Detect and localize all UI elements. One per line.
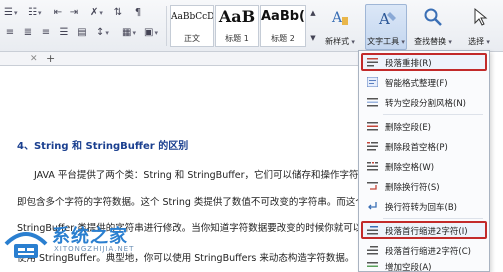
menu-item-label: 智能格式整理(F) — [385, 79, 448, 89]
delete-leading-space-icon — [367, 142, 378, 151]
menu-item-add-blank-paragraph[interactable]: 增加空段(A) — [361, 257, 487, 272]
find-replace-label: 查找替换 — [410, 36, 456, 47]
style-heading-1[interactable]: AaB 标题 1 — [215, 5, 259, 47]
paragraph-line: 即包含多个字符的字符数据。这个 String 类提供了数值不可改变的字符串。而这… — [17, 197, 365, 208]
cursor-icon — [474, 7, 488, 26]
menu-item-label: 换行符转为回车(B) — [385, 203, 457, 213]
menu-item-label: 增加空段(A) — [385, 263, 432, 272]
watermark: 系统之家 XITONGZHIJIA.NET — [0, 218, 150, 272]
menu-item-label: 转为空段分割风格(N) — [385, 99, 466, 109]
svg-text:A: A — [378, 10, 390, 28]
justify-button[interactable]: ☰ — [58, 26, 70, 40]
text-tools-label: 文字工具 — [366, 36, 406, 47]
distributed-button[interactable]: ▤ — [76, 26, 88, 40]
menu-item-paragraph-reflow[interactable]: 段落重排(R) — [361, 53, 487, 71]
menu-divider — [383, 218, 483, 219]
menu-item-label: 删除空格(W) — [385, 163, 435, 173]
ribbon-toolbar: ☰ ☷ ⇤ ⇥ ✗ ⇅ ¶ ≡ ≣ ≡ ☰ ▤ ↕ ▦ ▣ AaBbCcD 正文… — [0, 0, 503, 52]
document-tab-strip: ✕ + — [0, 52, 360, 66]
menu-item-label: 段落首行缩进2字符(I) — [385, 227, 468, 237]
text-tools-menu: 段落重排(R) 智能格式整理(F) 转为空段分割风格(N) 删除空段(E) 删除… — [358, 50, 490, 272]
line-spacing-button[interactable]: ↕ — [96, 26, 109, 40]
menu-item-line-break-to-enter[interactable]: 换行符转为回车(B) — [361, 197, 487, 215]
menu-item-blank-split[interactable]: 转为空段分割风格(N) — [361, 93, 487, 111]
style-name: 标题 2 — [271, 34, 295, 43]
paragraph-line: JAVA 平台提供了两个类：String 和 StringBuffer，它们可以… — [34, 170, 378, 181]
new-style-icon: A — [331, 10, 348, 26]
style-heading-2[interactable]: AaBb( 标题 2 — [260, 5, 306, 47]
text-tools-button[interactable]: A 文字工具 — [365, 4, 407, 50]
style-normal[interactable]: AaBbCcD 正文 — [170, 5, 214, 47]
numbered-list-button[interactable]: ☷ — [28, 6, 41, 20]
style-sample: AaBb( — [261, 9, 305, 24]
section-heading: 4、String 和 StringBuffer 的区别 — [17, 141, 189, 152]
menu-item-delete-spaces[interactable]: 删除空格(W) — [361, 157, 487, 175]
menu-item-label: 删除段首空格(P) — [385, 143, 448, 153]
menu-item-label: 段落重排(R) — [385, 59, 432, 69]
new-style-label: 新样式 — [318, 36, 362, 47]
decrease-indent-button[interactable]: ⇤ — [52, 6, 64, 20]
align-left-button[interactable]: ≡ — [4, 26, 16, 40]
increase-indent-button[interactable]: ⇥ — [68, 6, 80, 20]
style-name: 正文 — [184, 34, 200, 43]
delete-space-icon — [367, 162, 378, 171]
line-break-to-enter-icon — [368, 202, 377, 210]
align-right-button[interactable]: ≡ — [40, 26, 52, 40]
svg-text:A: A — [331, 10, 343, 26]
menu-item-label: 删除空段(E) — [385, 123, 432, 133]
menu-item-delete-line-breaks[interactable]: 删除换行符(S) — [361, 177, 487, 195]
delete-line-break-icon — [367, 182, 378, 190]
first-line-indent-icon — [367, 246, 378, 255]
show-marks-button[interactable]: ¶ — [132, 6, 144, 20]
watermark-url: XITONGZHIJIA.NET — [54, 245, 135, 253]
border-button[interactable]: ▣ — [144, 26, 158, 40]
select-label: 选择 — [459, 36, 499, 47]
ribbon-separator — [166, 6, 167, 46]
new-style-button[interactable]: A 新样式 — [318, 3, 362, 49]
select-button[interactable]: 选择 — [459, 3, 499, 49]
delete-blank-icon — [367, 122, 378, 131]
menu-item-delete-blank-paragraphs[interactable]: 删除空段(E) — [361, 117, 487, 135]
find-replace-button[interactable]: 查找替换 — [410, 3, 456, 49]
first-line-indent-icon — [367, 226, 378, 235]
style-sample: AaBbCcD — [171, 12, 213, 22]
menu-item-smart-format[interactable]: 智能格式整理(F) — [361, 73, 487, 91]
chinese-layout-button[interactable]: ✗ — [90, 6, 103, 20]
menu-item-delete-leading-spaces[interactable]: 删除段首空格(P) — [361, 137, 487, 155]
align-center-button[interactable]: ≣ — [22, 26, 34, 40]
menu-item-label: 段落首行缩进2字符(C) — [385, 247, 471, 257]
bullet-list-button[interactable]: ☰ — [4, 6, 17, 20]
style-name: 标题 1 — [225, 34, 249, 43]
site-logo-icon — [4, 232, 48, 258]
paragraph-icon — [367, 58, 378, 67]
search-icon — [424, 8, 442, 26]
sort-button[interactable]: ⇅ — [112, 6, 124, 20]
text-tools-icon: A — [378, 10, 396, 28]
shading-button[interactable]: ▦ — [122, 26, 136, 40]
smart-format-icon — [367, 77, 378, 87]
close-tab-icon[interactable]: ✕ — [30, 52, 38, 66]
blank-split-icon — [367, 98, 378, 107]
menu-divider — [383, 114, 483, 115]
menu-item-first-line-indent-i[interactable]: 段落首行缩进2字符(I) — [361, 221, 487, 239]
add-blank-icon — [367, 262, 378, 267]
style-sample: AaB — [218, 7, 256, 26]
menu-item-label: 删除换行符(S) — [385, 183, 440, 193]
new-tab-icon[interactable]: + — [46, 52, 55, 66]
